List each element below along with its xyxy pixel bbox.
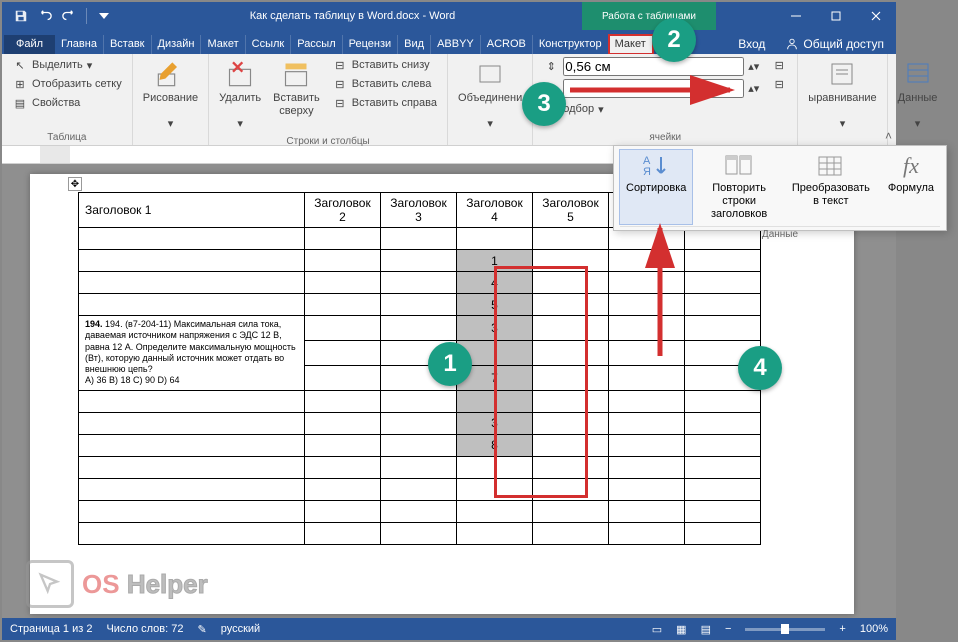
- badge-2: 2: [652, 18, 696, 62]
- insert-below-icon: ⊟: [332, 57, 348, 73]
- insert-above-button[interactable]: Вставить сверху: [269, 56, 324, 120]
- insert-right-button[interactable]: ⊟Вставить справа: [328, 94, 441, 112]
- insert-below-button[interactable]: ⊟Вставить снизу: [328, 56, 441, 74]
- delete-icon: [224, 58, 256, 90]
- tab-view[interactable]: Вид: [398, 35, 431, 54]
- ribbon: ↖Выделить ▾ ⊞Отобразить сетку ▤Свойства …: [2, 54, 896, 146]
- th-5[interactable]: Заголовок 5: [533, 193, 609, 228]
- formula-button[interactable]: fx Формула: [882, 150, 940, 224]
- page-indicator[interactable]: Страница 1 из 2: [10, 623, 92, 635]
- close-button[interactable]: [856, 2, 896, 30]
- data-dropdown-panel: АЯ Сортировка Повторить строки заголовко…: [613, 145, 947, 231]
- redo-button[interactable]: [58, 5, 80, 27]
- view-print[interactable]: ▦: [676, 623, 686, 636]
- badge-3: 3: [522, 82, 566, 126]
- minimize-button[interactable]: [776, 2, 816, 30]
- data-icon: [902, 58, 934, 90]
- tab-review[interactable]: Рецензи: [343, 35, 399, 54]
- tab-abbyy[interactable]: ABBYY: [431, 35, 481, 54]
- statusbar: Страница 1 из 2 Число слов: 72 ✎ русский…: [2, 618, 896, 640]
- problem-cell[interactable]: 194. 194. (в7-204-11) Максимальная сила …: [79, 316, 305, 391]
- titlebar: Как сделать таблицу в Word.docx - Word Р…: [2, 2, 896, 30]
- th-3[interactable]: Заголовок 3: [381, 193, 457, 228]
- dropdown-group-label: Данные: [620, 226, 940, 242]
- save-button[interactable]: [10, 5, 32, 27]
- formula-icon: fx: [895, 152, 927, 180]
- view-web[interactable]: ▤: [701, 623, 711, 636]
- data-button[interactable]: Данные▾: [894, 56, 942, 134]
- alignment-button[interactable]: ыравнивание▾: [804, 56, 880, 134]
- word-count[interactable]: Число слов: 72: [106, 623, 183, 635]
- insert-left-icon: ⊟: [332, 76, 348, 92]
- merge-icon: [474, 58, 506, 90]
- delete-button[interactable]: Удалить▾: [215, 56, 265, 134]
- language-indicator[interactable]: русский: [221, 623, 260, 635]
- properties-icon: ▤: [12, 95, 28, 111]
- grid-icon: ⊞: [12, 76, 28, 92]
- group-cellsize-label: ячейки: [539, 130, 791, 145]
- table-move-handle[interactable]: ✥: [68, 177, 82, 191]
- share-button[interactable]: Общий доступ: [775, 34, 894, 54]
- collapse-ribbon[interactable]: ˄: [885, 129, 892, 143]
- zoom-in[interactable]: +: [839, 623, 845, 635]
- pencil-icon: [154, 58, 186, 90]
- gridlines-button[interactable]: ⊞Отобразить сетку: [8, 75, 126, 93]
- draw-button[interactable]: Рисование▾: [139, 56, 202, 134]
- tab-design[interactable]: Дизайн: [152, 35, 202, 54]
- th-1[interactable]: Заголовок 1: [79, 193, 305, 228]
- maximize-button[interactable]: [816, 2, 856, 30]
- align-icon: [826, 58, 858, 90]
- autofit-button[interactable]: ⊞одбор ▾: [539, 100, 763, 118]
- distribute-rows[interactable]: ⊟: [767, 56, 791, 74]
- cursor-logo-icon: [26, 560, 74, 608]
- document-table[interactable]: Заголовок 1 Заголовок 2 Заголовок 3 Заго…: [78, 192, 761, 545]
- sort-icon: АЯ: [640, 152, 672, 180]
- convert-to-text-button[interactable]: Преобразовать в текст: [786, 150, 876, 224]
- distribute-cols[interactable]: ⊟: [767, 75, 791, 93]
- repeat-headers-button[interactable]: Повторить строки заголовков: [698, 150, 779, 224]
- merge-button[interactable]: Объединени▾: [454, 56, 526, 134]
- insert-right-icon: ⊟: [332, 95, 348, 111]
- row-height-input[interactable]: ⇕ ▴▾: [539, 56, 763, 77]
- tab-insert[interactable]: Вставк: [104, 35, 152, 54]
- tab-file[interactable]: Файл: [4, 35, 55, 54]
- badge-1: 1: [428, 342, 472, 386]
- ribbon-tabs: Файл Главна Вставк Дизайн Макет Ссылк Ра…: [2, 30, 896, 54]
- tab-table-design[interactable]: Конструктор: [533, 35, 609, 54]
- zoom-slider[interactable]: [745, 628, 825, 631]
- select-button[interactable]: ↖Выделить ▾: [8, 56, 126, 74]
- col-width-input[interactable]: ⇔ ▴▾: [539, 78, 763, 99]
- insert-above-icon: [280, 58, 312, 90]
- height-icon: ⇕: [543, 59, 559, 75]
- view-read[interactable]: ▭: [652, 623, 662, 636]
- zoom-out[interactable]: −: [725, 623, 731, 635]
- watermark: OS Helper: [26, 560, 208, 608]
- undo-button[interactable]: [34, 5, 56, 27]
- document-title: Как сделать таблицу в Word.docx - Word: [123, 10, 582, 22]
- sort-button[interactable]: АЯ Сортировка: [620, 150, 692, 224]
- th-4[interactable]: Заголовок 4: [457, 193, 533, 228]
- cursor-icon: ↖: [12, 57, 28, 73]
- tab-acrobat[interactable]: ACROB: [481, 35, 533, 54]
- tab-table-layout[interactable]: Макет: [609, 35, 653, 54]
- repeat-headers-icon: [723, 152, 755, 180]
- properties-button[interactable]: ▤Свойства: [8, 94, 126, 112]
- group-table-label: Таблица: [8, 130, 126, 145]
- th-2[interactable]: Заголовок 2: [305, 193, 381, 228]
- badge-4: 4: [738, 346, 782, 390]
- tab-mailings[interactable]: Рассыл: [291, 35, 342, 54]
- tab-home[interactable]: Главна: [55, 35, 104, 54]
- zoom-level[interactable]: 100%: [860, 623, 888, 635]
- spellcheck-icon[interactable]: ✎: [198, 623, 207, 636]
- convert-icon: [815, 152, 847, 180]
- tab-layout[interactable]: Макет: [201, 35, 245, 54]
- qat-customize[interactable]: [93, 5, 115, 27]
- login-button[interactable]: Вход: [728, 34, 775, 54]
- tab-references[interactable]: Ссылк: [246, 35, 292, 54]
- svg-text:Я: Я: [643, 166, 651, 178]
- table-tools-contextual: Работа с таблицами: [582, 2, 716, 30]
- insert-left-button[interactable]: ⊟Вставить слева: [328, 75, 441, 93]
